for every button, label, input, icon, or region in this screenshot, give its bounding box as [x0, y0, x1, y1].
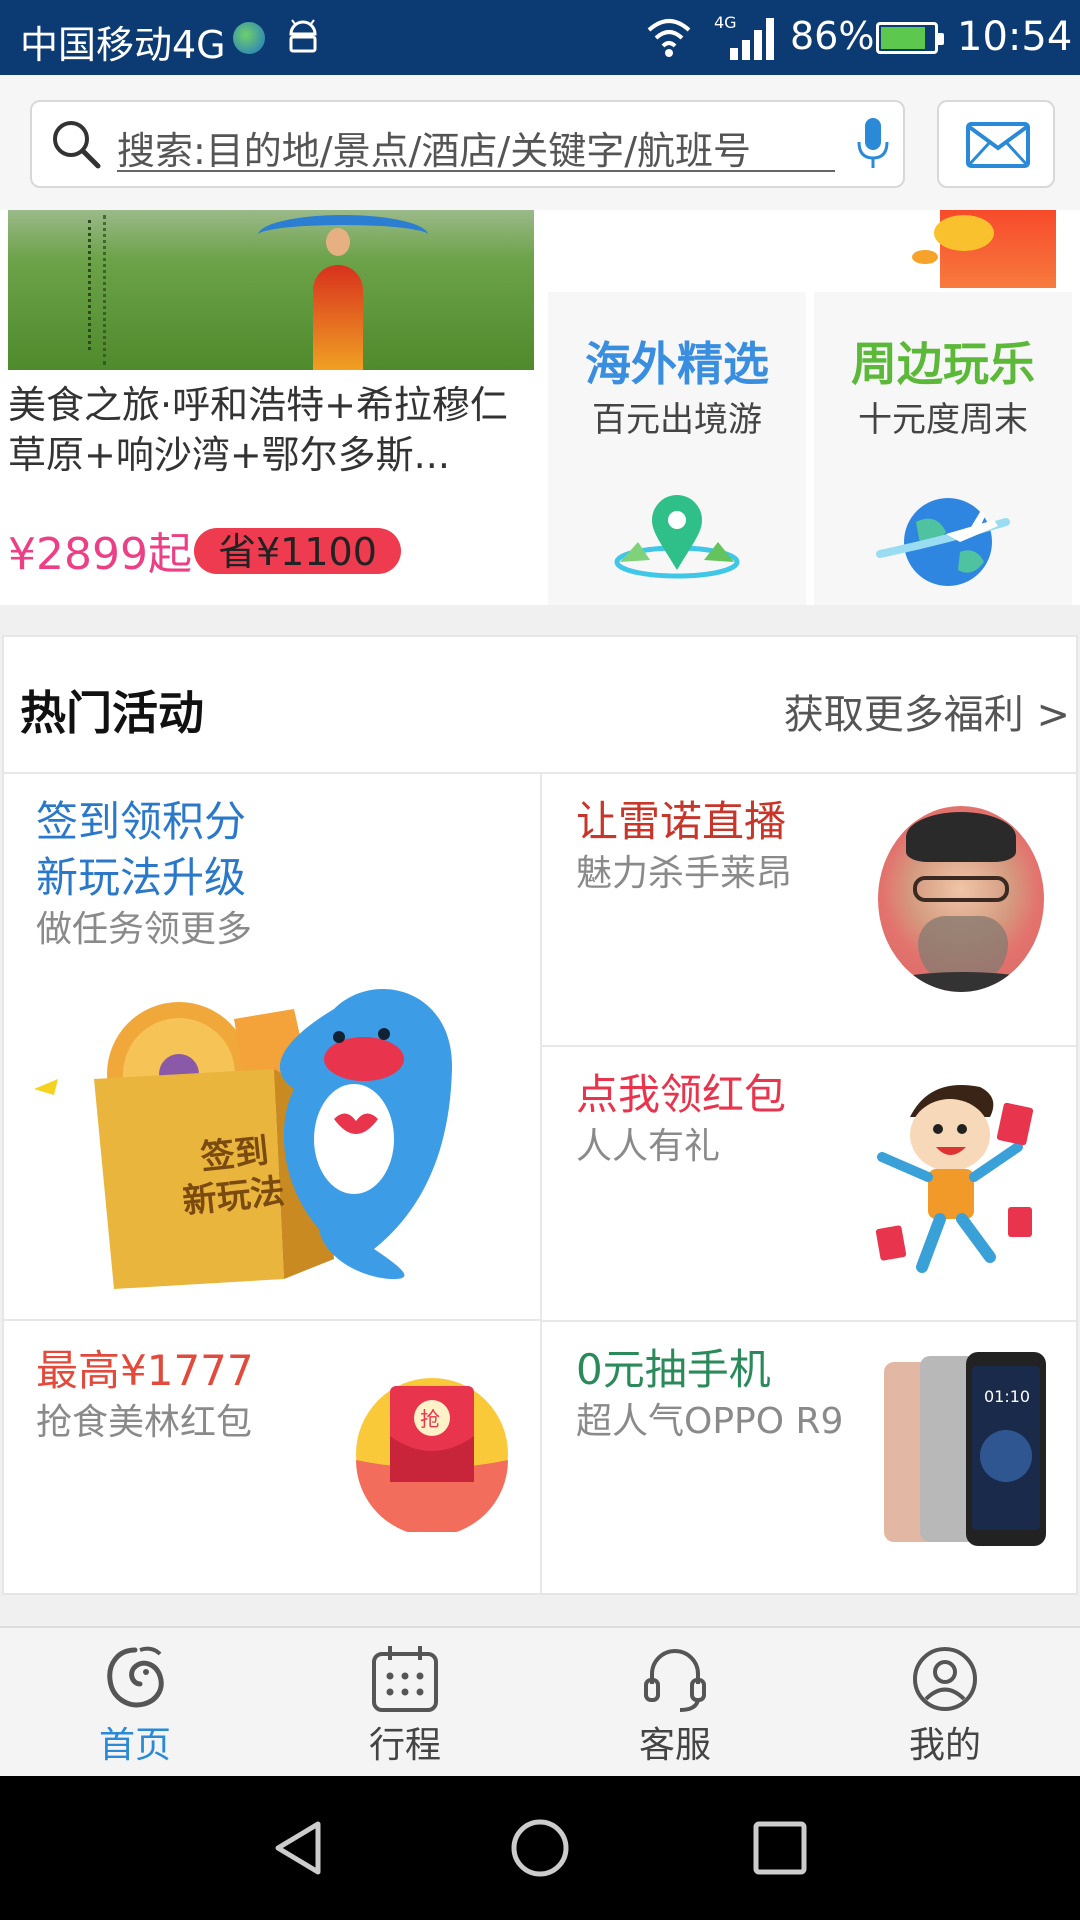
- red-envelope-icon: 抢: [356, 1378, 508, 1532]
- globe-plane-icon: [876, 498, 1010, 586]
- home-icon[interactable]: [510, 1818, 570, 1878]
- battery-percent: 86%: [790, 14, 875, 58]
- red-packet-subtitle: 人人有礼: [576, 1126, 721, 1167]
- nav-profile[interactable]: 我的: [810, 1628, 1080, 1778]
- top-right-banner[interactable]: [548, 210, 1078, 288]
- red-packet-activity[interactable]: 点我领红包 人人有礼: [542, 1047, 1080, 1320]
- microphone-icon[interactable]: [853, 116, 893, 172]
- tour-card[interactable]: 美食之旅·呼和浩特+希拉穆仁草原+响沙湾+鄂尔多斯... ¥2899起 省¥11…: [8, 210, 534, 605]
- nearby-card[interactable]: 周边玩乐 十元度周末: [814, 292, 1072, 605]
- tour-title: 美食之旅·呼和浩特+希拉穆仁草原+响沙湾+鄂尔多斯...: [8, 383, 508, 477]
- calendar-icon: [372, 1646, 438, 1712]
- signal-icon: 4G: [714, 13, 774, 60]
- system-navigation-bar: [0, 1776, 1080, 1920]
- michelin-subtitle: 抢食美林红包: [36, 1402, 253, 1443]
- phone-title: 0元抽手机: [576, 1345, 771, 1394]
- overseas-subtitle: 百元出境游: [592, 400, 762, 440]
- save-badge: 省¥1100: [194, 528, 401, 574]
- checkin-title-2: 新玩法升级: [36, 853, 247, 902]
- overseas-title: 海外精选: [585, 337, 769, 391]
- nav-itinerary[interactable]: 行程: [270, 1628, 540, 1778]
- recents-icon[interactable]: [752, 1818, 808, 1878]
- live-subtitle: 魅力杀手莱昂: [576, 853, 793, 894]
- envelope-badge: 抢: [420, 1407, 440, 1431]
- network-type: 4G: [714, 13, 737, 32]
- nav-profile-label: 我的: [908, 1725, 981, 1766]
- nav-home-label: 首页: [98, 1725, 171, 1766]
- carrier-label: 中国移动4G: [20, 23, 226, 67]
- back-icon[interactable]: [270, 1818, 326, 1878]
- more-benefits-link[interactable]: 获取更多福利 >: [784, 682, 1070, 740]
- battery-icon: [876, 22, 944, 54]
- wifi-icon: [647, 19, 691, 57]
- nearby-title: 周边玩乐: [851, 337, 1035, 391]
- hot-activities-section: 热门活动 获取更多福利 > 签到领积分 新玩法升级 做任务领更多 签到 新玩法: [2, 635, 1078, 1595]
- checkin-subtitle: 做任务领更多: [36, 909, 253, 950]
- dolphin-home-icon: [107, 1646, 164, 1708]
- phone-subtitle: 超人气OPPO R9: [576, 1401, 844, 1442]
- mail-icon: [966, 122, 1030, 168]
- red-envelope-icon: [934, 210, 1056, 288]
- status-bar: 中国移动4G 4G 86% 10:54: [0, 0, 1080, 75]
- message-button[interactable]: [937, 100, 1055, 188]
- search-input[interactable]: 搜索:目的地/景点/酒店/关键字/航班号: [30, 100, 905, 188]
- live-stream-activity[interactable]: 让雷诺直播 魅力杀手莱昂: [542, 774, 1080, 1045]
- phone-screen-time: 01:10: [984, 1387, 1030, 1406]
- nav-itinerary-label: 行程: [368, 1725, 441, 1766]
- michelin-title: 最高¥1777: [36, 1346, 254, 1395]
- nav-service-label: 客服: [638, 1725, 711, 1766]
- android-icon: [289, 19, 317, 53]
- live-title: 让雷诺直播: [576, 797, 787, 846]
- celebrity-avatar: [878, 806, 1044, 992]
- bottom-navigation: 首页 行程 客服 我的: [0, 1626, 1080, 1776]
- user-icon: [913, 1647, 977, 1711]
- red-packet-title: 点我领红包: [576, 1070, 787, 1119]
- location-pin-icon: [614, 495, 740, 579]
- clock: 10:54: [957, 14, 1073, 60]
- dolphin-gift-box-illustration: 签到 新玩法: [34, 989, 453, 1289]
- michelin-activity[interactable]: 最高¥1777 抢食美林红包 抢: [4, 1321, 540, 1597]
- search-header: 搜索:目的地/景点/酒店/关键字/航班号: [0, 75, 1080, 210]
- phone-lottery-activity[interactable]: 0元抽手机 超人气OPPO R9 01:10: [542, 1322, 1080, 1597]
- headset-icon: [644, 1649, 706, 1712]
- section-title: 热门活动: [20, 686, 204, 740]
- cartoon-boy-illustration: [875, 1085, 1034, 1273]
- checkin-title-1: 签到领积分: [36, 797, 247, 846]
- promo-section: 美食之旅·呼和浩特+希拉穆仁草原+响沙湾+鄂尔多斯... ¥2899起 省¥11…: [0, 210, 1080, 605]
- tour-photo: [8, 210, 534, 370]
- box-text-1: 签到: [199, 1131, 271, 1178]
- checkin-activity[interactable]: 签到领积分 新玩法升级 做任务领更多 签到 新玩法: [4, 774, 540, 1319]
- oppo-phones-illustration: 01:10: [884, 1352, 1046, 1546]
- tour-price: ¥2899起: [8, 529, 192, 580]
- search-icon: [53, 121, 101, 169]
- overseas-card[interactable]: 海外精选 百元出境游: [548, 292, 806, 605]
- search-underline: [117, 170, 835, 172]
- nearby-subtitle: 十元度周末: [858, 400, 1028, 440]
- browser-icon: [233, 22, 265, 54]
- nav-service[interactable]: 客服: [540, 1628, 810, 1778]
- nav-home[interactable]: 首页: [0, 1628, 270, 1778]
- search-placeholder: 搜索:目的地/景点/酒店/关键字/航班号: [117, 129, 752, 173]
